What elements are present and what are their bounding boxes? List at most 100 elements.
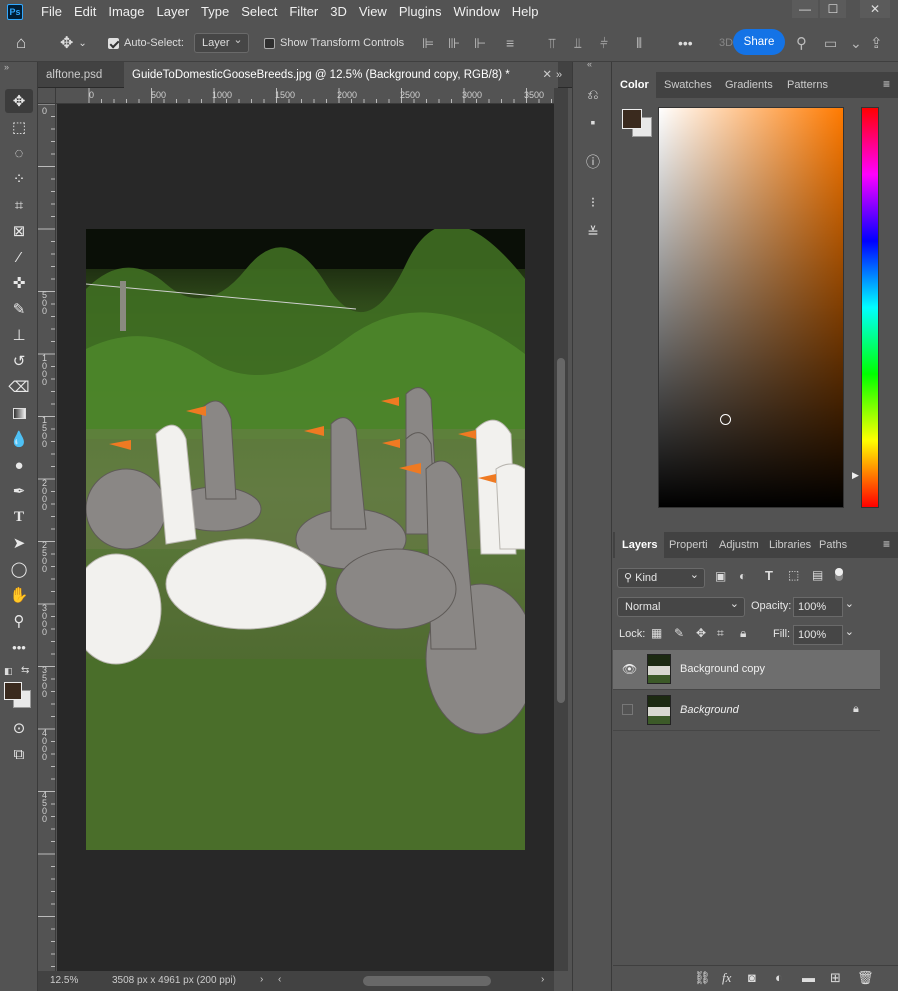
blur-tool-icon[interactable]: 💧 — [5, 427, 33, 451]
auto-select-dropdown[interactable]: Layer — [194, 31, 249, 53]
home-icon[interactable]: ⌂ — [16, 24, 26, 62]
eraser-tool-icon[interactable]: ⌫ — [5, 375, 33, 399]
menu-layer[interactable]: Layer — [151, 0, 196, 24]
more-options-icon[interactable]: ••• — [678, 24, 693, 62]
tab-adjustments[interactable]: Adjustm — [712, 532, 766, 558]
history-brush-tool-icon[interactable]: ↺ — [5, 349, 33, 373]
menu-help[interactable]: Help — [506, 0, 545, 24]
distribute-icon[interactable]: ≡ — [506, 24, 514, 62]
saturation-brightness-field[interactable] — [658, 107, 844, 508]
menu-view[interactable]: View — [353, 0, 393, 24]
scroll-right-icon[interactable]: › — [541, 974, 544, 985]
lock-all-icon[interactable]: 🔒︎ — [740, 626, 746, 641]
layer-name[interactable]: Background copy — [680, 663, 765, 675]
vertical-scrollbar[interactable] — [554, 88, 568, 971]
maximize-button[interactable]: ☐ — [820, 0, 846, 18]
workspace-icon[interactable]: ▭ — [824, 24, 837, 62]
pixel-filter-icon[interactable]: ▣ — [715, 569, 726, 583]
brush-settings-icon[interactable]: ⁝ — [581, 190, 605, 214]
visibility-toggle[interactable] — [622, 704, 633, 715]
adjustment-filter-icon[interactable]: ◐ — [739, 569, 746, 583]
lock-artboard-icon[interactable]: ⌗ — [717, 626, 724, 641]
link-layers-icon[interactable]: ⛓ — [694, 970, 711, 986]
document-canvas[interactable] — [86, 229, 525, 850]
history-panel-icon[interactable]: ⎌ — [581, 82, 605, 106]
close-tab-icon[interactable]: ✕ — [542, 62, 552, 88]
workspace-dropdown-icon[interactable]: ⌄ — [850, 24, 862, 62]
horizontal-scrollbar-thumb[interactable] — [363, 976, 491, 986]
new-group-icon[interactable]: ▬ — [802, 970, 815, 985]
align-left-icon[interactable]: ⊫ — [422, 24, 434, 62]
marquee-tool-icon[interactable]: ⬚ — [5, 115, 33, 139]
align-middle-icon[interactable]: ⫫ — [574, 24, 582, 62]
status-menu-arrow[interactable]: › — [260, 974, 263, 985]
foreground-color-swatch[interactable] — [4, 682, 22, 700]
tab-color[interactable]: Color — [613, 72, 656, 98]
fill-input[interactable]: 100% ⌄ — [793, 625, 854, 645]
menu-edit[interactable]: Edit — [68, 0, 102, 24]
eye-icon[interactable]: 👁︎ — [622, 662, 637, 676]
layer-filter-kind[interactable]: ⚲ Kind ⌄ — [617, 568, 705, 588]
tab-paths[interactable]: Paths — [812, 532, 854, 558]
zoom-level[interactable]: 12.5% — [50, 975, 78, 986]
menu-image[interactable]: Image — [102, 0, 150, 24]
swap-colors-icon[interactable]: ⇆ — [21, 665, 29, 676]
auto-select-checkbox[interactable] — [108, 37, 119, 49]
brush-tool-icon[interactable]: ✎ — [5, 297, 33, 321]
menu-filter[interactable]: Filter — [283, 0, 324, 24]
align-right-icon[interactable]: ⊩ — [474, 24, 486, 62]
auto-select-toggle[interactable]: Auto-Select: — [108, 24, 184, 62]
align-center-icon[interactable]: ⊪ — [448, 24, 460, 62]
move-tool-icon[interactable]: ✥ — [5, 89, 33, 113]
gradient-tool-icon[interactable] — [5, 401, 33, 425]
ellipse-tool-icon[interactable]: ◯ — [5, 557, 33, 581]
info-panel-icon[interactable]: ⓘ — [581, 150, 605, 174]
quick-select-tool-icon[interactable]: ⁘ — [5, 167, 33, 191]
filter-toggle[interactable] — [835, 568, 843, 581]
move-tool-icon[interactable]: ✥ ⌄ — [60, 24, 87, 62]
lasso-tool-icon[interactable]: ◌ — [5, 141, 33, 165]
layer-row-background-copy[interactable]: 👁︎ Background copy — [613, 650, 880, 690]
scrollbar-thumb[interactable] — [557, 358, 565, 703]
show-transform-toggle[interactable]: Show Transform Controls — [264, 24, 404, 62]
tab-patterns[interactable]: Patterns — [780, 72, 835, 98]
share-export-icon[interactable]: ⇪ — [870, 24, 883, 62]
scroll-left-icon[interactable]: ‹ — [278, 974, 281, 985]
zoom-tool-icon[interactable]: ⚲ — [5, 609, 33, 633]
search-icon[interactable]: ⚲ — [796, 24, 807, 62]
menu-select[interactable]: Select — [235, 0, 283, 24]
smart-object-filter-icon[interactable]: ▤ — [812, 568, 823, 582]
shape-filter-icon[interactable]: ⬚ — [788, 568, 799, 582]
doc-tab-goose[interactable]: GuideToDomesticGooseBreeds.jpg @ 12.5% (… — [124, 62, 558, 88]
foreground-color-swatch[interactable] — [622, 109, 642, 129]
share-button[interactable]: Share — [733, 29, 785, 55]
lock-image-icon[interactable]: ✎ — [674, 626, 684, 640]
collapse-panels-icon[interactable]: « — [587, 59, 592, 69]
close-button[interactable]: ✕ — [860, 0, 890, 18]
healing-brush-tool-icon[interactable]: ✜ — [5, 271, 33, 295]
type-filter-icon[interactable]: T — [765, 568, 773, 583]
tab-properties[interactable]: Properti — [662, 532, 715, 558]
add-mask-icon[interactable]: ◙ — [748, 970, 756, 985]
menu-window[interactable]: Window — [447, 0, 505, 24]
doc-tab-halftone[interactable]: alftone.psd — [38, 62, 126, 88]
layer-name[interactable]: Background — [680, 704, 739, 716]
hue-slider[interactable] — [861, 107, 879, 508]
adjustment-layer-icon[interactable]: ◐ — [775, 970, 783, 985]
show-transform-checkbox[interactable] — [264, 37, 275, 49]
frame-tool-icon[interactable]: ⊠ — [5, 219, 33, 243]
adjustments-panel-icon[interactable]: ≚ — [581, 220, 605, 244]
opacity-input[interactable]: 100% ⌄ — [793, 597, 854, 617]
quick-mask-icon[interactable]: ⊙ — [5, 716, 33, 740]
chevron-down-icon[interactable]: ⌄ — [845, 595, 854, 613]
type-tool-icon[interactable]: T — [5, 505, 33, 529]
chevron-down-icon[interactable]: ⌄ — [845, 623, 854, 641]
tab-layers[interactable]: Layers — [615, 532, 665, 558]
minimize-button[interactable]: — — [792, 0, 818, 18]
hand-tool-icon[interactable]: ✋ — [5, 583, 33, 607]
default-colors-icon[interactable]: ◧ — [4, 666, 13, 677]
collapse-toolbar-icon[interactable]: » — [4, 62, 9, 72]
crop-tool-icon[interactable]: ⌗ — [5, 193, 33, 217]
comments-panel-icon[interactable]: ▪ — [581, 110, 605, 134]
dodge-tool-icon[interactable]: ● — [5, 453, 33, 477]
